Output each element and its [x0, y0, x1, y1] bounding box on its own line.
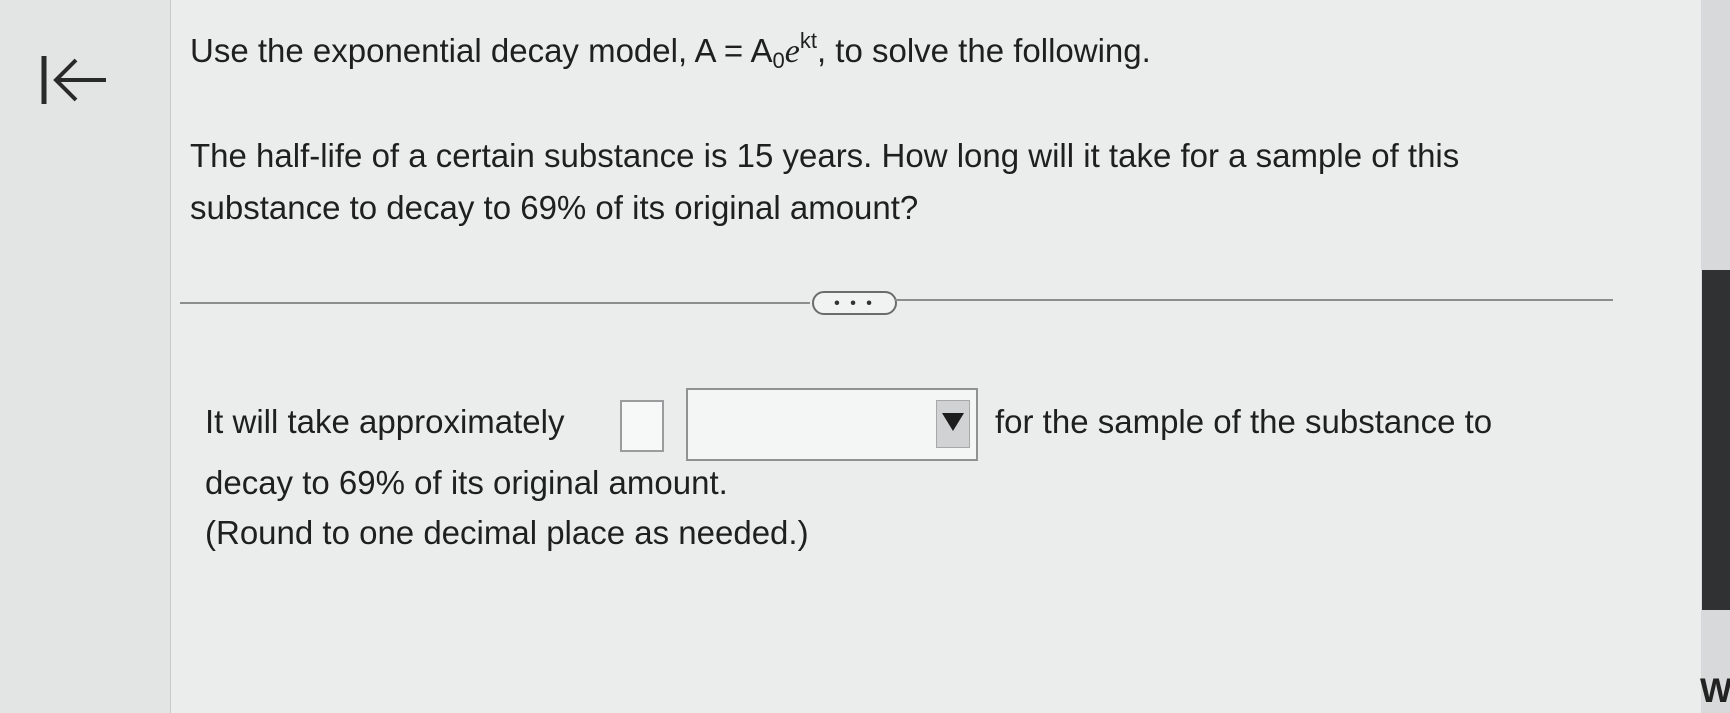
answer-line2: decay to 69% of its original amount.	[205, 464, 728, 501]
divider-line-left	[180, 302, 810, 304]
rounding-hint: (Round to one decimal place as needed.)	[205, 514, 809, 551]
right-dark-panel	[1702, 270, 1730, 610]
answer-prefix: It will take approximately	[205, 403, 565, 440]
first-page-arrow-icon[interactable]	[36, 48, 116, 118]
question-text: The half-life of a certain substance is …	[190, 137, 1460, 226]
question-title: Use the exponential decay model, A = A0e…	[190, 28, 1151, 74]
more-options-button[interactable]: • • •	[812, 291, 897, 315]
edge-letter: W	[1700, 672, 1730, 710]
divider-line-right	[895, 299, 1613, 301]
title-suffix: , to solve the following.	[816, 32, 1151, 69]
unit-dropdown[interactable]	[686, 388, 978, 461]
question-panel	[171, 0, 1701, 713]
title-superscript: kt	[799, 28, 817, 53]
answer-input[interactable]	[620, 400, 664, 452]
dropdown-arrow-icon[interactable]	[936, 400, 970, 448]
title-base-e: e	[784, 33, 800, 70]
title-prefix: Use the exponential decay model, A = A	[190, 32, 773, 69]
answer-suffix: for the sample of the substance to	[995, 403, 1493, 440]
left-nav-panel	[0, 0, 171, 713]
title-subscript: 0	[772, 48, 785, 73]
